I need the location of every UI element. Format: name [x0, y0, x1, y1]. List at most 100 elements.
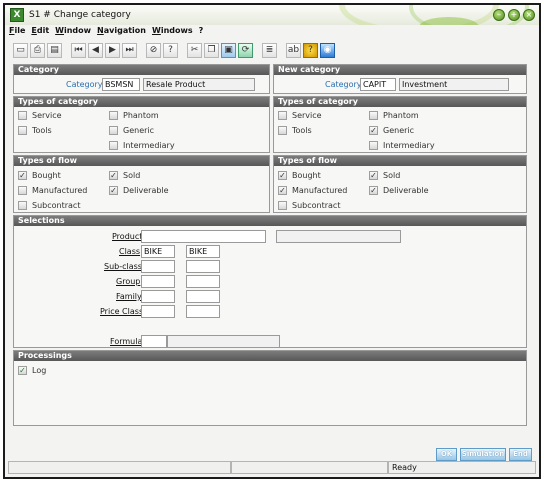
service-checkbox-left[interactable]: Service	[18, 111, 62, 121]
close-icon[interactable]: ×	[523, 9, 535, 21]
subclass-label: Sub-class	[104, 262, 142, 271]
flow-right-header: Types of flow	[274, 156, 526, 166]
types-of-flow-panel-right: Types of flow ✓ Bought ✓ Sold ✓ Manufacture…	[273, 155, 527, 213]
minimize-icon[interactable]: –	[493, 9, 505, 21]
simulation-button[interactable]: Simulation	[460, 448, 506, 461]
phantom-checkbox-right[interactable]: Phantom	[369, 111, 419, 121]
title-bar: X S1 # Change category – + ×	[5, 5, 539, 25]
list-icon[interactable]: ≣	[262, 42, 277, 58]
family-to-field[interactable]	[186, 290, 220, 303]
subclass-to-field[interactable]	[186, 260, 220, 273]
text-field-icon[interactable]: ab	[286, 42, 301, 58]
formula-code-field[interactable]	[141, 335, 167, 348]
phantom-checkbox-left[interactable]: Phantom	[109, 111, 159, 121]
window-title: S1 # Change category	[29, 10, 131, 20]
tools-checkbox-right[interactable]: Tools	[278, 126, 312, 136]
next-record-icon[interactable]: ▶	[105, 42, 120, 58]
family-label: Family	[116, 292, 142, 301]
attach-icon[interactable]: ⊘	[146, 42, 161, 58]
types-of-flow-panel-left: Types of flow ✓ Bought ✓ Sold Manufactured…	[13, 155, 270, 213]
class-from-field[interactable]: BIKE	[141, 245, 175, 258]
processings-panel: Processings ✓ Log	[13, 350, 527, 426]
help-icon[interactable]: ?	[163, 42, 178, 58]
menu-navigation[interactable]: Navigation	[97, 26, 146, 39]
family-from-field[interactable]	[141, 290, 175, 303]
new-category-label: Category	[325, 80, 362, 89]
selections-header: Selections	[14, 216, 526, 226]
new-category-code-field[interactable]: CAPIT	[360, 78, 396, 91]
generic-checkbox-right[interactable]: ✓ Generic	[369, 126, 414, 136]
refresh-icon[interactable]: ⟳	[238, 42, 253, 58]
category-label: Category	[66, 80, 103, 89]
category-description-field: Resale Product	[143, 78, 255, 91]
processings-header: Processings	[14, 351, 526, 361]
product-field[interactable]	[141, 230, 266, 243]
cut-icon[interactable]: ✂	[187, 42, 202, 58]
maximize-icon[interactable]: +	[508, 9, 520, 21]
new-category-header: New category	[274, 65, 526, 75]
toolbar: ▭ ⎙ ▤ ⏮ ◀ ▶ ⏭ ⊘ ? ✂ ❐ ▣ ⟳ ≣ ab ? ◉	[13, 41, 335, 59]
menu-help[interactable]: ?	[199, 26, 204, 39]
group-from-field[interactable]	[141, 275, 175, 288]
print-preview-icon[interactable]: ▤	[47, 42, 62, 58]
types-right-header: Types of category	[274, 97, 526, 107]
category-code-field[interactable]: BSMSN	[102, 78, 140, 91]
new-category-panel: New category Category CAPIT Investment	[273, 64, 527, 94]
group-label: Group	[116, 277, 141, 286]
price-class-from-field[interactable]	[141, 305, 175, 318]
new-doc-icon[interactable]: ▭	[13, 42, 28, 58]
sold-checkbox-right[interactable]: ✓ Sold	[369, 171, 400, 181]
flow-left-header: Types of flow	[14, 156, 269, 166]
intermediary-checkbox-left[interactable]: Intermediary	[109, 141, 175, 151]
types-left-header: Types of category	[14, 97, 269, 107]
bought-checkbox-right[interactable]: ✓ Bought	[278, 171, 321, 181]
sold-checkbox-left[interactable]: ✓ Sold	[109, 171, 140, 181]
menu-edit[interactable]: Edit	[31, 26, 49, 39]
price-class-to-field[interactable]	[186, 305, 220, 318]
status-ready: Ready	[388, 461, 536, 474]
help-question-icon[interactable]: ?	[303, 42, 318, 58]
log-checkbox[interactable]: ✓ Log	[18, 366, 46, 376]
print-icon[interactable]: ⎙	[30, 42, 45, 58]
class-label: Class	[119, 247, 141, 256]
end-button[interactable]: End	[509, 448, 532, 461]
formula-label: Formula	[110, 337, 143, 346]
ok-button[interactable]: OK	[436, 448, 457, 461]
subclass-from-field[interactable]	[141, 260, 175, 273]
manufactured-checkbox-left[interactable]: Manufactured	[18, 186, 87, 196]
paste-icon[interactable]: ▣	[221, 42, 236, 58]
menu-windows[interactable]: Windows	[152, 26, 193, 39]
types-of-category-panel-right: Types of category Service Phantom Tools …	[273, 96, 527, 153]
last-record-icon[interactable]: ⏭	[122, 42, 137, 58]
subcontract-checkbox-right[interactable]: Subcontract	[278, 201, 340, 211]
bought-checkbox-left[interactable]: ✓ Bought	[18, 171, 61, 181]
manufactured-checkbox-right[interactable]: ✓ Manufactured	[278, 186, 347, 196]
category-header: Category	[14, 65, 269, 75]
class-to-field[interactable]: BIKE	[186, 245, 220, 258]
status-bar: Ready	[8, 461, 536, 476]
tools-checkbox-left[interactable]: Tools	[18, 126, 52, 136]
group-to-field[interactable]	[186, 275, 220, 288]
intermediary-checkbox-right[interactable]: Intermediary	[369, 141, 435, 151]
price-class-label: Price Class	[100, 307, 144, 316]
previous-record-icon[interactable]: ◀	[88, 42, 103, 58]
status-segment-2	[231, 461, 388, 474]
copy-icon[interactable]: ❐	[204, 42, 219, 58]
product-description-field	[276, 230, 401, 243]
subcontract-checkbox-left[interactable]: Subcontract	[18, 201, 80, 211]
product-label: Product	[112, 232, 143, 241]
deliverable-checkbox-right[interactable]: ✓ Deliverable	[369, 186, 429, 196]
formula-description-field	[167, 335, 280, 348]
status-segment-1	[8, 461, 231, 474]
application-window: X S1 # Change category – + × File Edit W…	[3, 3, 541, 479]
generic-checkbox-left[interactable]: Generic	[109, 126, 154, 136]
deliverable-checkbox-left[interactable]: ✓ Deliverable	[109, 186, 169, 196]
app-icon: X	[10, 8, 24, 22]
first-record-icon[interactable]: ⏮	[71, 42, 86, 58]
menu-window[interactable]: Window	[55, 26, 91, 39]
service-checkbox-right[interactable]: Service	[278, 111, 322, 121]
menu-bar: File Edit Window Navigation Windows ?	[9, 26, 203, 39]
menu-file[interactable]: File	[9, 26, 25, 39]
types-of-category-panel-left: Types of category Service Phantom Tools …	[13, 96, 270, 153]
globe-icon[interactable]: ◉	[320, 42, 335, 58]
